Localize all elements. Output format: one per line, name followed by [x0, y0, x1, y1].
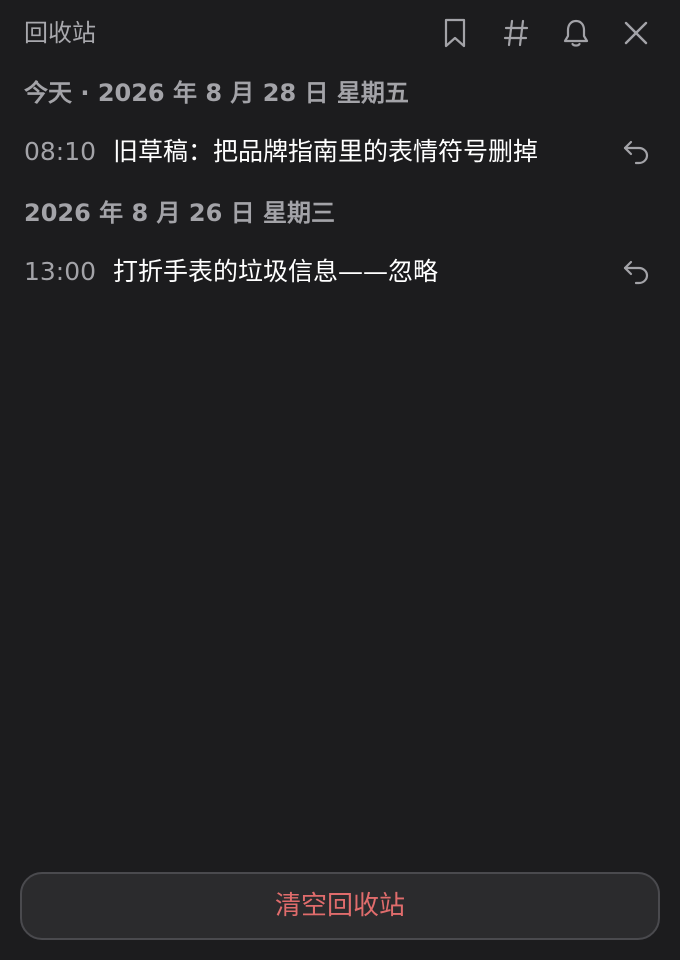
- list-item[interactable]: 13:00 打折手表的垃圾信息——忽略: [0, 242, 680, 302]
- bell-icon[interactable]: [559, 16, 593, 50]
- header-bar: 回收站: [0, 0, 680, 66]
- item-time: 13:00: [24, 257, 97, 286]
- item-time: 08:10: [24, 137, 97, 166]
- restore-icon[interactable]: [618, 254, 654, 290]
- item-text: 打折手表的垃圾信息——忽略: [113, 257, 439, 286]
- list-item[interactable]: 08:10 旧草稿：把品牌指南里的表情符号删掉: [0, 122, 680, 182]
- empty-trash-button[interactable]: 清空回收站: [20, 872, 660, 940]
- item-text: 旧草稿：把品牌指南里的表情符号删掉: [113, 137, 539, 166]
- date-header: 今天 · 2026 年 8 月 28 日 星期五: [24, 79, 409, 107]
- empty-trash-label: 清空回收站: [274, 891, 405, 921]
- restore-icon[interactable]: [618, 134, 654, 170]
- date-header: 2026 年 8 月 26 日 星期三: [24, 199, 336, 227]
- close-icon[interactable]: [619, 16, 653, 50]
- bookmark-icon[interactable]: [438, 16, 472, 50]
- hashtag-icon[interactable]: [499, 16, 533, 50]
- page-title: 回收站: [24, 19, 96, 47]
